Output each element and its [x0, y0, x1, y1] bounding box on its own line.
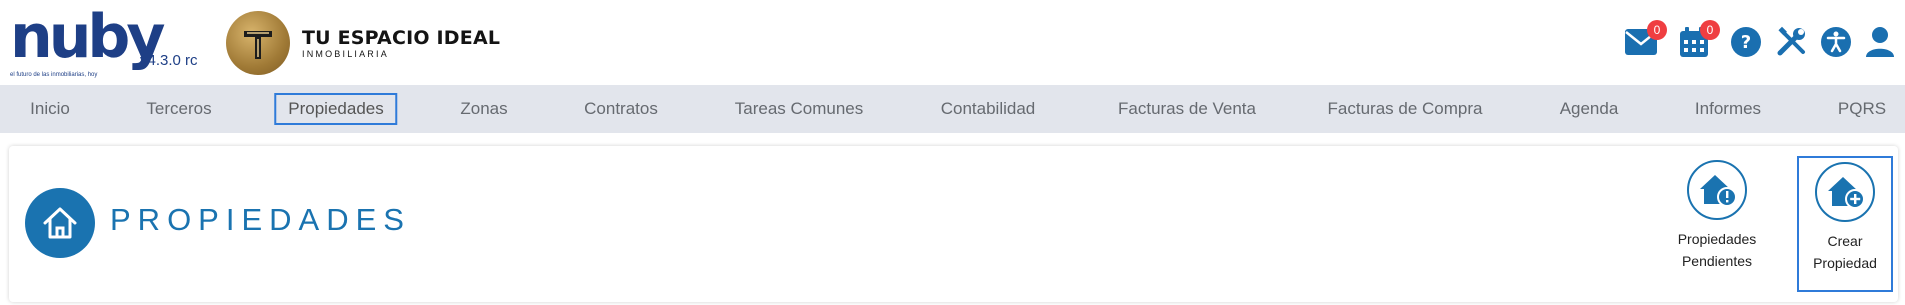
- user-button[interactable]: [1862, 26, 1898, 62]
- company-brand: TU ESPACIO IDEAL INMOBILIARIA: [226, 10, 500, 76]
- nav-item-facturas-compra[interactable]: Facturas de Compra: [1316, 93, 1495, 125]
- home-alert-icon: [1687, 160, 1747, 220]
- create-property-line1: Crear: [1827, 233, 1863, 249]
- top-header: nuby v4.3.0 rc el futuro de las inmobili…: [0, 0, 1905, 85]
- company-subtitle: INMOBILIARIA: [302, 48, 389, 59]
- nav-item-pqrs[interactable]: PQRS: [1826, 93, 1898, 125]
- logo-tagline: el futuro de las inmobiliarias, hoy: [10, 72, 98, 78]
- accessibility-button[interactable]: [1818, 26, 1854, 62]
- create-property-button[interactable]: Crear Propiedad: [1797, 156, 1893, 292]
- calendar-button[interactable]: 0: [1676, 20, 1720, 62]
- messages-button[interactable]: [1329, 26, 1365, 62]
- nav-item-contratos[interactable]: Contratos: [572, 93, 670, 125]
- nav-item-inicio[interactable]: Inicio: [18, 93, 82, 125]
- app-version: v4.3.0 rc: [140, 52, 198, 69]
- messages-badge: 0: [1647, 20, 1667, 40]
- company-name: TU ESPACIO IDEAL: [302, 26, 501, 49]
- home-add-icon: [1815, 162, 1875, 222]
- nav-item-terceros[interactable]: Terceros: [134, 93, 223, 125]
- help-icon: ?: [1730, 26, 1762, 63]
- logo-wordmark: nuby: [10, 2, 165, 72]
- tools-button[interactable]: [1774, 26, 1810, 62]
- tools-icon: [1776, 26, 1808, 63]
- nav-item-propiedades[interactable]: Propiedades: [274, 93, 398, 125]
- calendar-badge: 0: [1700, 20, 1720, 40]
- pending-properties-line1: Propiedades: [1677, 231, 1757, 247]
- accessibility-icon: [1820, 26, 1852, 63]
- nav-item-agenda[interactable]: Agenda: [1548, 93, 1631, 125]
- nuby-logo[interactable]: nuby v4.3.0 rc el futuro de las inmobili…: [10, 2, 210, 78]
- nav-item-contabilidad[interactable]: Contabilidad: [929, 93, 1048, 125]
- company-emblem-icon: [226, 11, 290, 75]
- create-property-line2: Propiedad: [1813, 255, 1877, 271]
- page-header-card: PROPIEDADES Propiedades Pendientes Crear…: [9, 146, 1898, 302]
- svg-text:?: ?: [1741, 32, 1751, 53]
- home-icon: [25, 188, 95, 258]
- nav-item-facturas-venta[interactable]: Facturas de Venta: [1106, 93, 1268, 125]
- help-button[interactable]: ?: [1728, 26, 1764, 62]
- nav-item-zonas[interactable]: Zonas: [448, 93, 519, 125]
- main-nav-bar: Inicio Terceros Propiedades Zonas Contra…: [0, 85, 1905, 133]
- pending-properties-line2: Pendientes: [1681, 253, 1753, 269]
- pending-properties-button[interactable]: Propiedades Pendientes: [1671, 160, 1763, 272]
- nav-item-tareas-comunes[interactable]: Tareas Comunes: [723, 93, 876, 125]
- nav-item-informes[interactable]: Informes: [1683, 93, 1773, 125]
- user-icon: [1865, 26, 1895, 63]
- messages-button[interactable]: 0: [1623, 20, 1667, 62]
- page-title: PROPIEDADES: [110, 202, 411, 237]
